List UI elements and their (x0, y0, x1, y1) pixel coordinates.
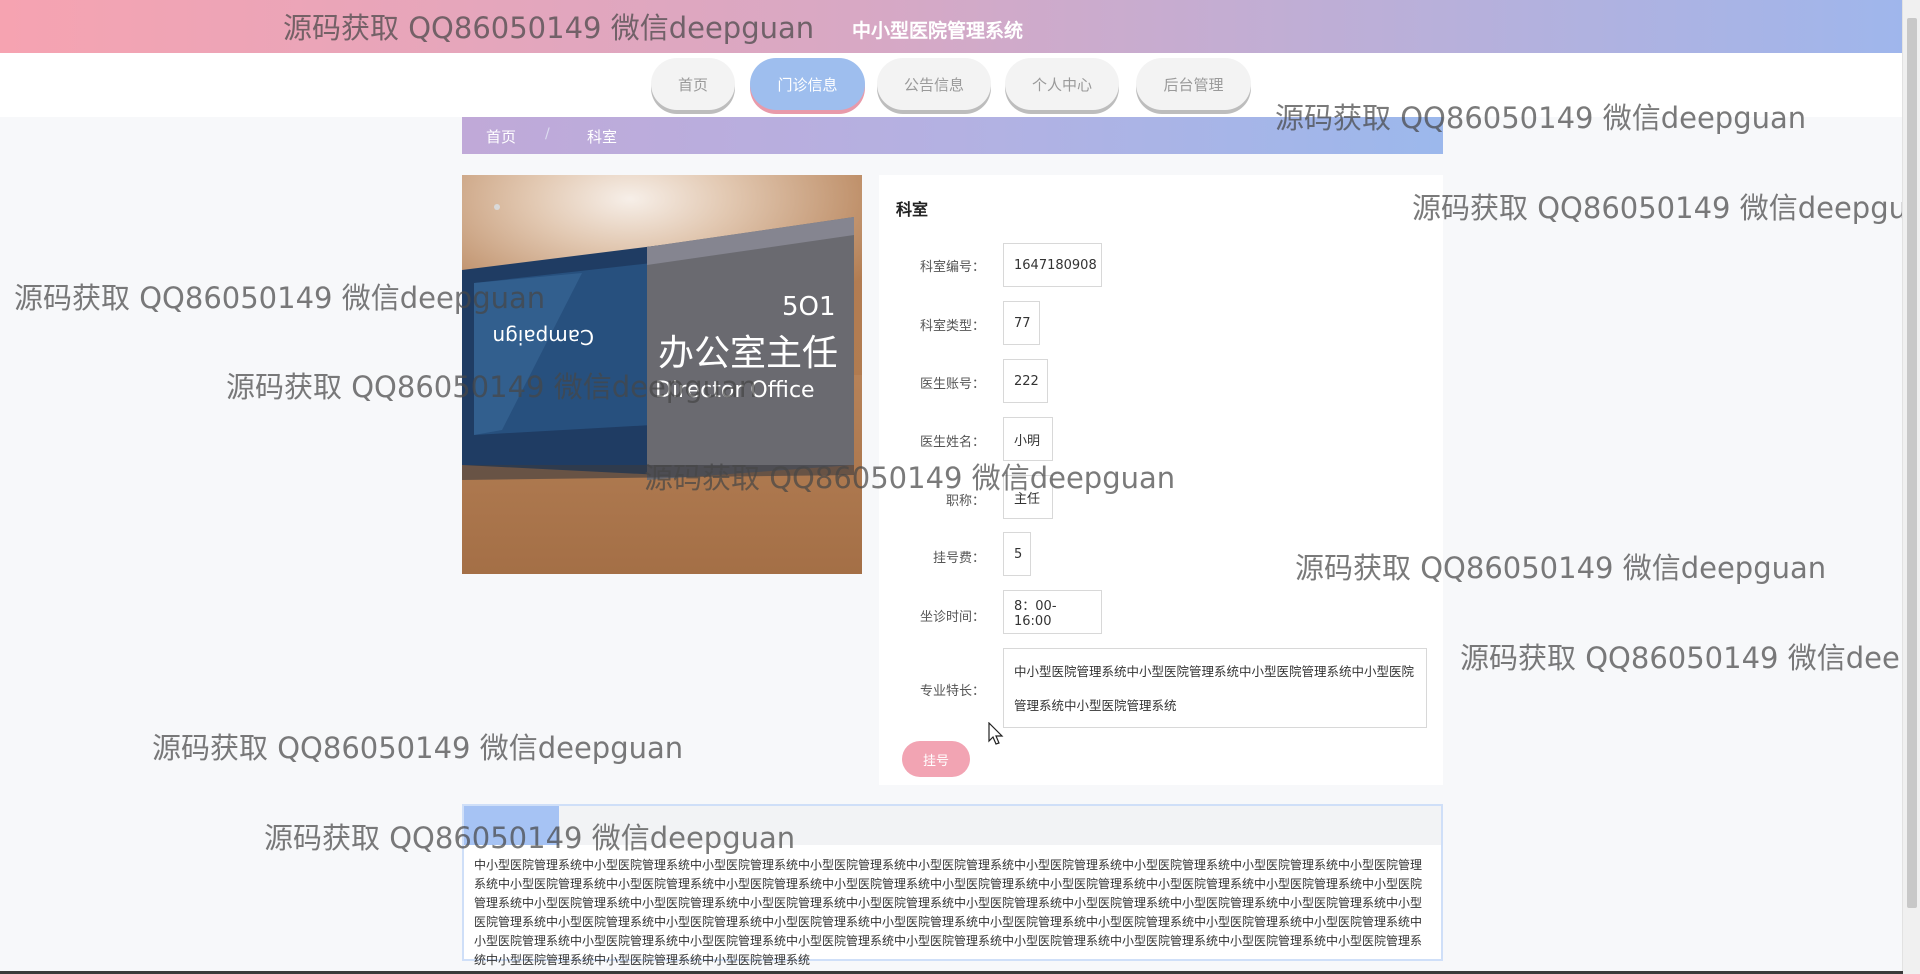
watermark-text: 源码获取 QQ86050149 微信deepguan (644, 461, 1176, 495)
nav-tab-label: 首页 (677, 75, 708, 94)
watermark-text: 源码获取 QQ86050149 微信deepguan (1460, 641, 1920, 675)
watermark-text: 源码获取 QQ86050149 微信deepguan (1412, 191, 1920, 225)
nav-tab-label: 门诊信息 (777, 75, 838, 94)
consult-time-label: 坐诊时间： (919, 610, 985, 625)
nav-tab-home[interactable]: 首页 (651, 58, 735, 110)
description-text: 中小型医院管理系统中小型医院管理系统中小型医院管理系统中小型医院管理系统中小型医… (474, 858, 1423, 967)
nav-tab-label: 个人中心 (1031, 75, 1092, 94)
department-type-field: 77 (1003, 301, 1040, 345)
nav-tab-announcements[interactable]: 公告信息 (877, 58, 991, 110)
nav-tab-clinic-info[interactable]: 门诊信息 (750, 58, 865, 110)
registration-fee-field: 5 (1003, 532, 1031, 576)
watermark-text: 源码获取 QQ86050149 微信deepguan (283, 11, 815, 45)
watermark-text: 源码获取 QQ86050149 微信deepguan (1295, 551, 1827, 585)
watermark-text: 源码获取 QQ86050149 微信deepguan (152, 731, 684, 765)
doctor-account-label: 医生账号： (919, 377, 985, 392)
sign-campaign-text: Campaign (492, 325, 594, 349)
register-button[interactable]: 挂号 (902, 741, 970, 777)
scrollbar-thumb[interactable] (1907, 18, 1917, 908)
doctor-account-field: 222 (1003, 359, 1048, 403)
nav-tab-personal-center[interactable]: 个人中心 (1005, 58, 1119, 110)
nav-tab-label: 后台管理 (1163, 75, 1224, 94)
registration-fee-label: 挂号费： (932, 551, 985, 566)
specialty-field: 中小型医院管理系统中小型医院管理系统中小型医院管理系统中小型医院管理系统中小型医… (1003, 648, 1427, 728)
breadcrumb-separator: / (545, 126, 550, 142)
watermark-text: 源码获取 QQ86050149 微信deepguan (1275, 101, 1807, 135)
department-id-field: 1647180908 (1003, 243, 1102, 287)
consult-time-field: 8：00-16:00 (1003, 590, 1102, 634)
doctor-name-label: 医生姓名： (919, 435, 985, 450)
vertical-scrollbar[interactable] (1902, 0, 1920, 974)
sign-number-text: 5O1 (782, 292, 836, 322)
watermark-text: 源码获取 QQ86050149 微信deepguan (226, 370, 758, 404)
card-title: 科室 (896, 200, 929, 219)
nav-tab-admin[interactable]: 后台管理 (1136, 58, 1251, 110)
breadcrumb-current: 科室 (587, 128, 618, 146)
watermark-text: 源码获取 QQ86050149 微信deepguan (14, 281, 546, 315)
watermark-text: 源码获取 QQ86050149 微信deepguan (264, 821, 796, 855)
nav-tab-label: 公告信息 (903, 75, 964, 94)
department-type-label: 科室类型： (919, 319, 985, 334)
specialty-label: 专业特长： (919, 684, 985, 699)
site-title: 中小型医院管理系统 (852, 20, 1024, 42)
mouse-cursor-icon (988, 722, 1004, 745)
breadcrumb-home-link[interactable]: 首页 (486, 126, 516, 147)
department-id-label: 科室编号： (919, 260, 985, 275)
